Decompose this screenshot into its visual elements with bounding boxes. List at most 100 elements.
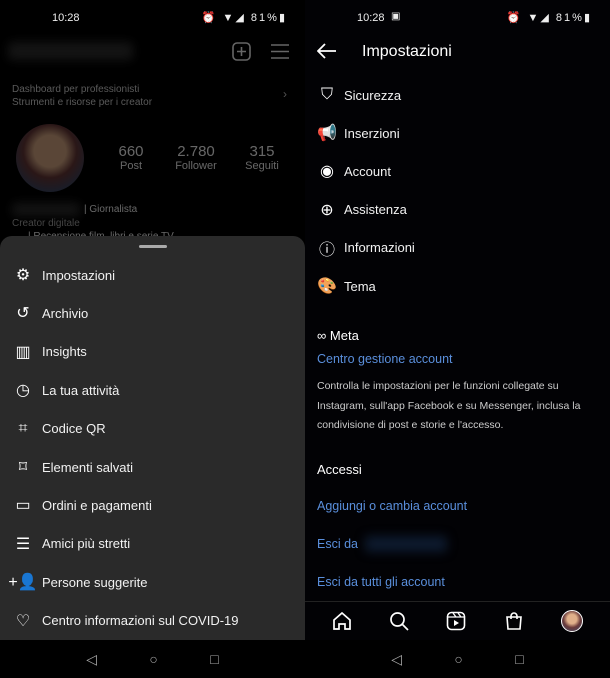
close-friends-icon: ☰	[15, 535, 31, 553]
settings-panel: 10:28 ▣ ⏰ ▼◢ 81%▮ Impostazioni ⛉ Sicurezz…	[305, 0, 610, 678]
megaphone-icon: 📢	[317, 125, 337, 143]
name-blurred	[12, 203, 80, 216]
battery-percent: 81%	[555, 12, 584, 24]
drag-handle[interactable]	[139, 245, 167, 248]
menu-item-impostazioni[interactable]: ⚙ Impostazioni	[0, 256, 305, 294]
menu-item-label: Amici più stretti	[42, 536, 131, 552]
activity-icon: ◷	[16, 382, 30, 400]
settings-item-account[interactable]: ◉ Account	[305, 152, 610, 190]
settings-item-tema[interactable]: 🎨 Tema	[305, 267, 610, 305]
settings-item-label: Informazioni	[344, 240, 415, 256]
menu-item-label: Impostazioni	[42, 267, 115, 283]
search-tab-icon[interactable]	[389, 611, 409, 631]
stat-following[interactable]: 315 Seguiti	[240, 143, 284, 172]
bottom-tab-bar	[305, 601, 610, 640]
menu-item-amici-pi-stretti[interactable]: ☰ Amici più stretti	[0, 525, 305, 563]
menu-item-label: Elementi salvati	[42, 459, 134, 475]
account-center-description: Controlla le impostazioni per le funzion…	[317, 380, 581, 431]
profile-tab-avatar[interactable]	[561, 610, 584, 632]
system-nav-bar: ◁ ○ □	[305, 640, 610, 678]
menu-item-ordini-e-pagamenti[interactable]: ▭ Ordini e pagamenti	[0, 486, 305, 524]
menu-item-insights[interactable]: ▥ Insights	[0, 333, 305, 371]
chevron-right-icon: ›	[283, 87, 287, 101]
menu-icon[interactable]	[271, 44, 289, 59]
recents-icon[interactable]: □	[515, 651, 523, 667]
insights-icon: ▥	[15, 343, 31, 361]
lifebuoy-icon: ⊕	[320, 201, 334, 219]
meta-icon: ∞	[317, 328, 327, 343]
status-time: 10:28	[52, 12, 80, 24]
dashboard-link[interactable]: Dashboard per professionisti Strumenti e …	[12, 83, 152, 109]
settings-item-label: Account	[344, 163, 391, 179]
settings-item-label: Tema	[344, 278, 376, 294]
account-icon: ◉	[320, 163, 334, 181]
profile-panel: 10:28 ⏰ ▼◢ 81%▮ Dashboard per profession…	[0, 0, 305, 678]
settings-icon: ⚙	[15, 267, 31, 284]
battery-icon: ▮	[278, 12, 287, 24]
bottom-sheet-menu: ⚙ Impostazioni ↺ Archivio ▥ Insights ◷ La tua a…	[0, 236, 305, 640]
settings-item-inserzioni[interactable]: 📢 Inserzioni	[305, 114, 610, 152]
card-icon: ▭	[15, 497, 31, 515]
category: Creator digitale	[12, 218, 80, 229]
settings-item-label: Sicurezza	[344, 87, 402, 103]
menu-item-label: Persone suggerite	[42, 574, 148, 590]
bio-role: | Giornalista	[84, 204, 138, 215]
settings-item-sicurezza[interactable]: ⛉ Sicurezza	[305, 76, 610, 114]
reels-tab-icon[interactable]	[446, 611, 466, 631]
accessi-heading: Accessi	[317, 462, 362, 477]
shield-icon: ⛉	[320, 86, 333, 103]
status-bar: 10:28 ▣ ⏰ ▼◢ 81%▮	[305, 0, 610, 38]
status-time: 10:28	[357, 12, 385, 24]
settings-item-label: Inserzioni	[344, 125, 400, 141]
signal-icon: ▼◢	[222, 12, 246, 24]
home-icon[interactable]: ○	[454, 651, 462, 667]
settings-item-informazioni[interactable]: ⓘ Informazioni	[305, 229, 610, 267]
covid-icon: ♡	[15, 612, 31, 630]
menu-item-label: Archivio	[42, 305, 89, 321]
page-title: Impostazioni	[362, 43, 452, 60]
recents-icon[interactable]: □	[210, 651, 218, 667]
account-center-link[interactable]: Centro gestione account	[317, 352, 453, 366]
back-icon[interactable]: ◁	[391, 651, 402, 668]
menu-item-archivio[interactable]: ↺ Archivio	[0, 294, 305, 332]
menu-item-persone-suggerite[interactable]: +👤 Persone suggerite	[0, 563, 305, 601]
avatar[interactable]	[16, 124, 84, 192]
menu-item-label: Centro informazioni sul COVID-19	[42, 613, 239, 629]
battery-icon: ▮	[583, 12, 592, 24]
home-tab-icon[interactable]	[332, 611, 352, 631]
qr-code-icon: ⌗	[18, 419, 28, 437]
new-post-icon[interactable]	[232, 42, 251, 61]
menu-item-label: La tua attività	[42, 382, 120, 398]
meta-logo: ∞ Meta	[317, 328, 359, 343]
shop-tab-icon[interactable]	[504, 611, 524, 631]
menu-item-centro-informazioni-sul-covid-19[interactable]: ♡ Centro informazioni sul COVID-19	[0, 602, 305, 640]
signal-icon: ▼◢	[527, 12, 551, 24]
battery-percent: 81%	[250, 12, 279, 24]
menu-item-la-tua-attivit-[interactable]: ◷ La tua attività	[0, 371, 305, 409]
system-nav-bar: ◁ ○ □	[0, 640, 305, 678]
menu-item-codice-qr[interactable]: ⌗ Codice QR	[0, 410, 305, 448]
menu-item-label: Codice QR	[42, 421, 106, 437]
username-blurred	[365, 536, 447, 552]
menu-item-elementi-salvati[interactable]: ⌑ Elementi salvati	[0, 448, 305, 486]
stat-followers[interactable]: 2.780 Follower	[170, 143, 222, 172]
back-icon[interactable]: ◁	[86, 651, 97, 668]
add-person-icon: +👤	[8, 574, 38, 592]
archive-icon: ↺	[16, 305, 30, 323]
logout-link[interactable]: Esci da	[317, 537, 358, 551]
info-icon: ⓘ	[318, 241, 335, 259]
add-account-link[interactable]: Aggiungi o cambia account	[317, 499, 467, 513]
settings-item-assistenza[interactable]: ⊕ Assistenza	[305, 191, 610, 229]
menu-item-label: Insights	[42, 344, 87, 360]
status-bar: 10:28 ⏰ ▼◢ 81%▮	[0, 0, 305, 38]
stat-posts[interactable]: 660 Post	[110, 143, 152, 172]
menu-item-label: Ordini e pagamenti	[42, 497, 152, 513]
home-icon[interactable]: ○	[149, 651, 157, 667]
bookmark-icon: ⌑	[18, 459, 28, 476]
image-notification-icon: ▣	[391, 11, 401, 22]
back-arrow-icon[interactable]	[317, 43, 337, 59]
logout-all-link[interactable]: Esci da tutti gli account	[317, 575, 445, 589]
alarm-icon: ⏰	[506, 12, 523, 24]
alarm-icon: ⏰	[201, 12, 218, 24]
settings-item-label: Assistenza	[344, 202, 407, 218]
